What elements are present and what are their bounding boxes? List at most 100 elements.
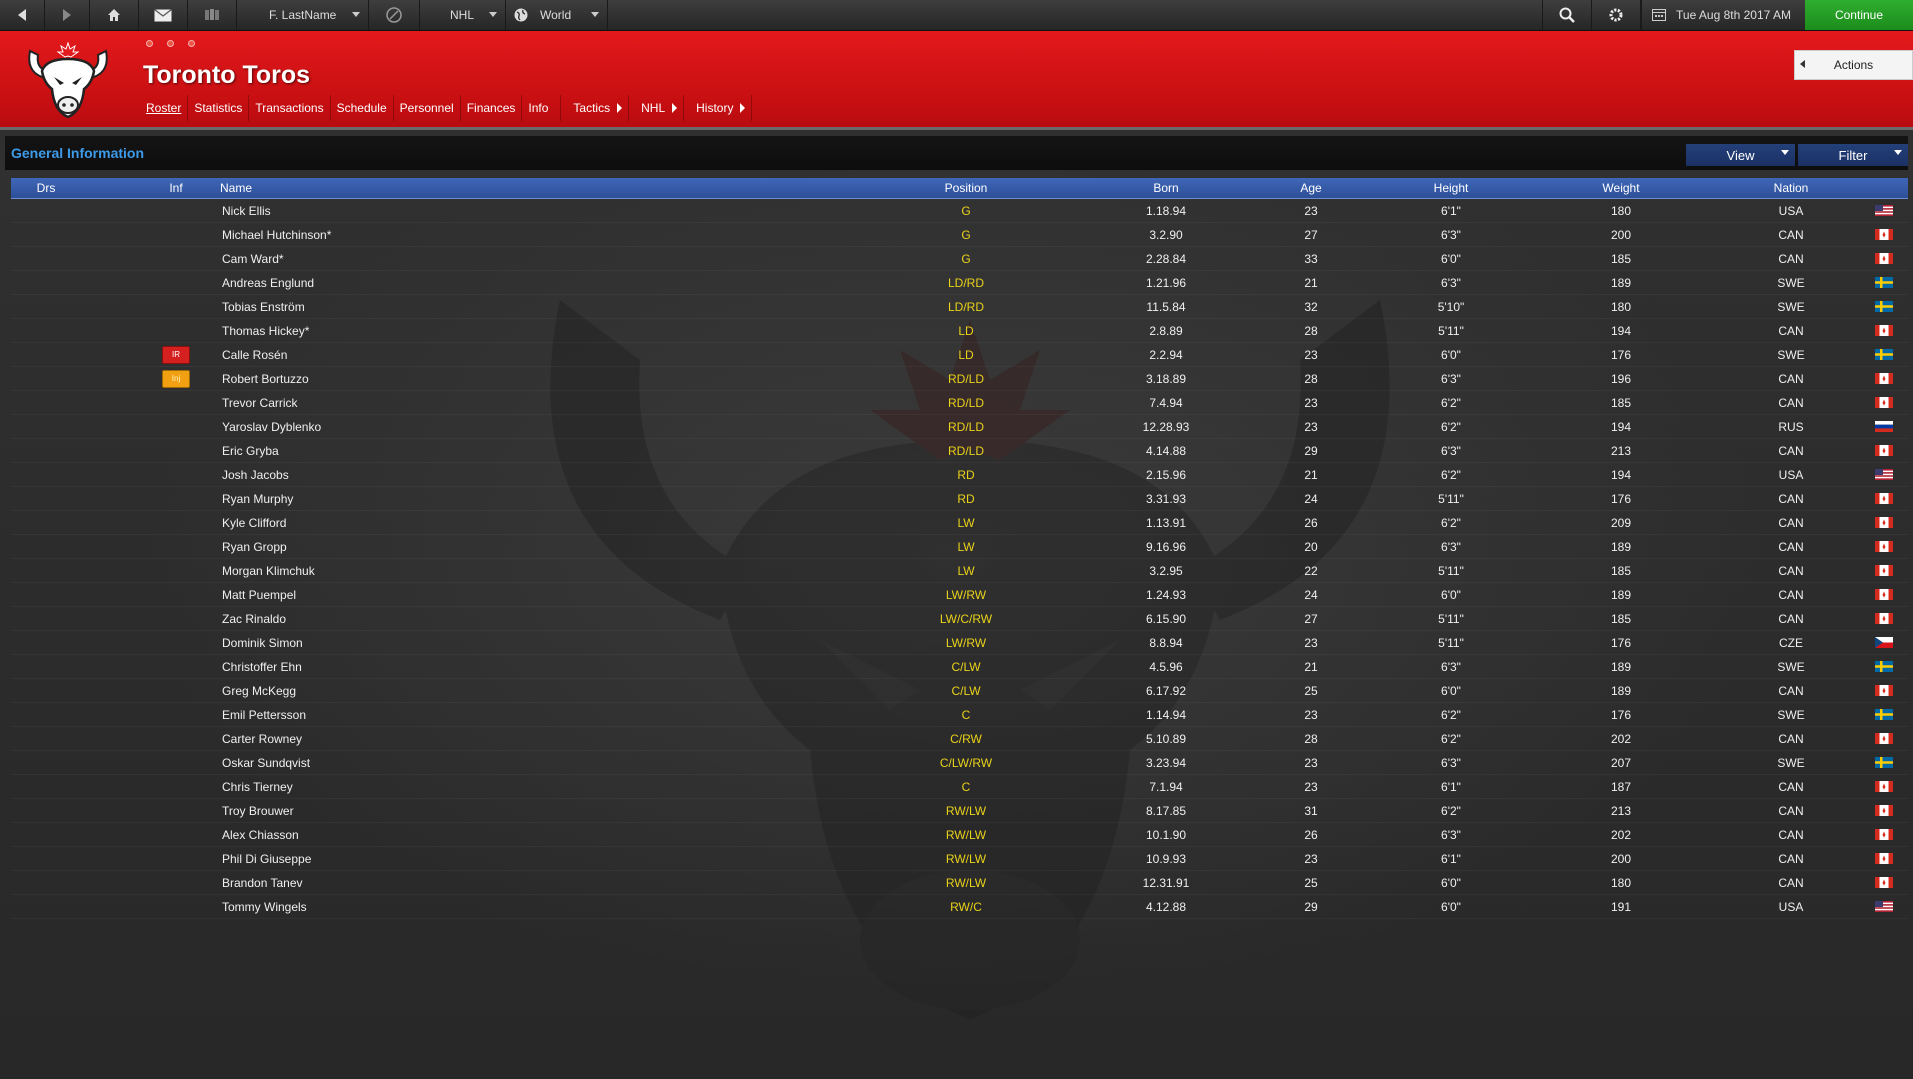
home-button[interactable] xyxy=(90,0,139,30)
tab-history[interactable]: History xyxy=(684,95,753,121)
column-header-nation[interactable]: Nation xyxy=(1731,178,1851,198)
continue-button[interactable]: Continue xyxy=(1805,0,1913,30)
player-born: 8.8.94 xyxy=(1149,635,1183,650)
table-row[interactable]: Tobias Enström LD/RD 11.5.84 32 5'10" 180 SWE xyxy=(11,295,1908,319)
table-row[interactable]: Ryan Murphy RD 3.31.93 24 5'11" 176 CAN xyxy=(11,487,1908,511)
player-name[interactable]: Yaroslav Dyblenko xyxy=(222,415,522,438)
player-name[interactable]: Ryan Murphy xyxy=(222,487,522,510)
table-row[interactable]: Tommy Wingels RW/C 4.12.88 29 6'0" 191 USA xyxy=(11,895,1908,919)
injured-reserve-badge[interactable]: IR xyxy=(162,345,190,364)
player-name[interactable]: Trevor Carrick xyxy=(222,391,522,414)
table-row[interactable]: Andreas Englund LD/RD 1.21.96 21 6'3" 189 SWE xyxy=(11,271,1908,295)
game-date[interactable]: Tue Aug 8th 2017 AM xyxy=(1641,0,1805,30)
table-row[interactable]: Michael Hutchinson* G 3.2.90 27 6'3" 200 CAN xyxy=(11,223,1908,247)
tab-transactions[interactable]: Transactions xyxy=(249,95,331,121)
player-name[interactable]: Alex Chiasson xyxy=(222,823,522,846)
table-row[interactable]: Oskar Sundqvist C/LW/RW 3.23.94 23 6'3" 207 SW… xyxy=(11,751,1908,775)
player-name[interactable]: Chris Tierney xyxy=(222,775,522,798)
flag-icon xyxy=(1873,559,1895,582)
player-name[interactable]: Andreas Englund xyxy=(222,271,522,294)
table-row[interactable]: Nick Ellis G 1.18.94 23 6'1" 180 USA xyxy=(11,199,1908,223)
tab-schedule[interactable]: Schedule xyxy=(331,95,394,121)
column-header-position[interactable]: Position xyxy=(891,178,1041,198)
player-name[interactable]: Eric Gryba xyxy=(222,439,522,462)
player-name[interactable]: Nick Ellis xyxy=(222,199,522,222)
table-row[interactable]: Phil Di Giuseppe RW/LW 10.9.93 23 6'1" 200 CAN xyxy=(11,847,1908,871)
tab-finances[interactable]: Finances xyxy=(461,95,523,121)
tab-nhl[interactable]: NHL xyxy=(629,95,685,121)
player-name[interactable]: Tobias Enström xyxy=(222,295,522,318)
player-name[interactable]: Tommy Wingels xyxy=(222,895,522,918)
column-header-inf[interactable]: Inf xyxy=(151,178,201,198)
table-row[interactable]: Yaroslav Dyblenko RD/LD 12.28.93 23 6'2" 194 R… xyxy=(11,415,1908,439)
column-header-height[interactable]: Height xyxy=(1381,178,1521,198)
table-row[interactable]: Ryan Gropp LW 9.16.96 20 6'3" 189 CAN xyxy=(11,535,1908,559)
player-name[interactable]: Brandon Tanev xyxy=(222,871,522,894)
player-name[interactable]: Oskar Sundqvist xyxy=(222,751,522,774)
league-logo-button[interactable] xyxy=(369,0,420,30)
player-name[interactable]: Phil Di Giuseppe xyxy=(222,847,522,870)
tab-statistics[interactable]: Statistics xyxy=(188,95,250,121)
player-name[interactable]: Kyle Clifford xyxy=(222,511,522,534)
table-row[interactable]: Carter Rowney C/RW 5.10.89 28 6'2" 202 CAN xyxy=(11,727,1908,751)
view-button[interactable]: View xyxy=(1686,144,1795,166)
player-name[interactable]: Emil Pettersson xyxy=(222,703,522,726)
region-dropdown[interactable]: World xyxy=(506,0,608,30)
table-row[interactable]: Josh Jacobs RD 2.15.96 21 6'2" 194 USA xyxy=(11,463,1908,487)
column-header-name[interactable]: Name xyxy=(220,178,520,198)
player-name[interactable]: Carter Rowney xyxy=(222,727,522,750)
player-name[interactable]: Michael Hutchinson* xyxy=(222,223,522,246)
filter-button[interactable]: Filter xyxy=(1798,144,1908,166)
table-row[interactable]: Kyle Clifford LW 1.13.91 26 6'2" 209 CAN xyxy=(11,511,1908,535)
table-row[interactable]: Matt Puempel LW/RW 1.24.93 24 6'0" 189 CAN xyxy=(11,583,1908,607)
back-button[interactable] xyxy=(0,0,45,30)
actions-button[interactable]: Actions xyxy=(1794,50,1913,80)
player-name[interactable]: Greg McKegg xyxy=(222,679,522,702)
player-position: RW/LW xyxy=(945,827,987,842)
settings-button[interactable] xyxy=(1592,0,1642,30)
player-name[interactable]: Zac Rinaldo xyxy=(222,607,522,630)
table-row[interactable]: Emil Pettersson C 1.14.94 23 6'2" 176 SWE xyxy=(11,703,1908,727)
table-row[interactable]: Zac Rinaldo LW/C/RW 6.15.90 27 5'11" 185 CAN xyxy=(11,607,1908,631)
table-row[interactable]: Greg McKegg C/LW 6.17.92 25 6'0" 189 CAN xyxy=(11,679,1908,703)
table-row[interactable]: Dominik Simon LW/RW 8.8.94 23 5'11" 176 CZE xyxy=(11,631,1908,655)
table-row[interactable]: Chris Tierney C 7.1.94 23 6'1" 187 CAN xyxy=(11,775,1908,799)
player-name[interactable]: Josh Jacobs xyxy=(222,463,522,486)
table-row[interactable]: Troy Brouwer RW/LW 8.17.85 31 6'2" 213 CAN xyxy=(11,799,1908,823)
tab-personnel[interactable]: Personnel xyxy=(394,95,461,121)
column-header-weight[interactable]: Weight xyxy=(1551,178,1691,198)
table-row[interactable]: Christoffer Ehn C/LW 4.5.96 21 6'3" 189 SWE xyxy=(11,655,1908,679)
table-row[interactable]: Inj Robert Bortuzzo RD/LD 3.18.89 28 6'3" 196 C… xyxy=(11,367,1908,391)
profile-dropdown[interactable]: F. LastName xyxy=(237,0,369,30)
injury-badge[interactable]: Inj xyxy=(162,369,190,388)
player-name[interactable]: Christoffer Ehn xyxy=(222,655,522,678)
table-row[interactable]: IR Calle Rosén LD 2.2.94 23 6'0" 176 SWE xyxy=(11,343,1908,367)
player-name[interactable]: Morgan Klimchuk xyxy=(222,559,522,582)
league-dropdown[interactable]: NHL xyxy=(420,0,506,30)
table-row[interactable]: Morgan Klimchuk LW 3.2.95 22 5'11" 185 CAN xyxy=(11,559,1908,583)
player-name[interactable]: Matt Puempel xyxy=(222,583,522,606)
tab-info[interactable]: Info xyxy=(522,95,562,121)
mail-button[interactable] xyxy=(139,0,188,30)
player-name[interactable]: Calle Rosén xyxy=(222,343,522,366)
player-name[interactable]: Troy Brouwer xyxy=(222,799,522,822)
table-row[interactable]: Cam Ward* G 2.28.84 33 6'0" 185 CAN xyxy=(11,247,1908,271)
table-row[interactable]: Thomas Hickey* LD 2.8.89 28 5'11" 194 CAN xyxy=(11,319,1908,343)
forward-button[interactable] xyxy=(45,0,90,30)
column-header-born[interactable]: Born xyxy=(1091,178,1241,198)
column-header-drs[interactable]: Drs xyxy=(11,178,81,198)
tab-tactics[interactable]: Tactics xyxy=(561,95,630,121)
table-row[interactable]: Alex Chiasson RW/LW 10.1.90 26 6'3" 202 CAN xyxy=(11,823,1908,847)
roster-shortcut-button[interactable] xyxy=(188,0,237,30)
player-name[interactable]: Dominik Simon xyxy=(222,631,522,654)
player-name[interactable]: Cam Ward* xyxy=(222,247,522,270)
table-row[interactable]: Brandon Tanev RW/LW 12.31.91 25 6'0" 180 CAN xyxy=(11,871,1908,895)
player-name[interactable]: Thomas Hickey* xyxy=(222,319,522,342)
table-row[interactable]: Trevor Carrick RD/LD 7.4.94 23 6'2" 185 CAN xyxy=(11,391,1908,415)
tab-roster[interactable]: Roster xyxy=(140,95,189,121)
column-header-age[interactable]: Age xyxy=(1251,178,1371,198)
player-name[interactable]: Robert Bortuzzo xyxy=(222,367,522,390)
search-button[interactable] xyxy=(1542,0,1593,30)
table-row[interactable]: Eric Gryba RD/LD 4.14.88 29 6'3" 213 CAN xyxy=(11,439,1908,463)
player-name[interactable]: Ryan Gropp xyxy=(222,535,522,558)
